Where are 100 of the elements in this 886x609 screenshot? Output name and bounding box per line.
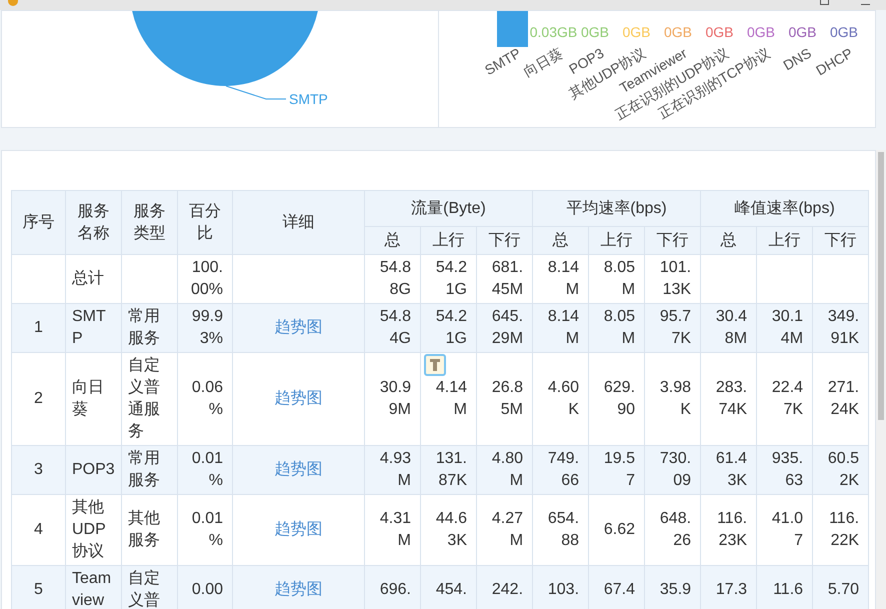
table-cell: 116.22K <box>829 510 860 549</box>
scrollbar[interactable] <box>876 150 886 609</box>
column-header: 总 <box>700 226 757 254</box>
table-cell: 349.91K <box>828 308 860 347</box>
table-cell: 654.88 <box>548 510 580 549</box>
table-cell: 54.21G <box>436 259 467 298</box>
column-group-header: 平均速率(bps) <box>532 190 701 226</box>
table-cell: 271.24K <box>828 379 860 418</box>
column-header: 上行 <box>756 226 813 254</box>
table-cell: 60.52K <box>828 450 860 489</box>
table-cell: 0.06% <box>192 379 223 418</box>
table-cell: 67.4 <box>604 581 636 598</box>
category-label: DNS <box>780 44 814 74</box>
slice-label: SMTP <box>289 91 328 107</box>
table-cell: 100.00% <box>190 259 223 298</box>
table-cell: 4.93M <box>380 450 411 489</box>
column-group-header: 流量(Byte) <box>364 190 533 226</box>
leader-line <box>226 86 286 100</box>
column-header: 总 <box>364 226 420 254</box>
bar-value-label: 0GB <box>664 24 692 40</box>
table-cell: 总计 <box>72 270 104 287</box>
table-cell: 629.90 <box>604 379 636 418</box>
table-cell: 0.01% <box>192 450 223 489</box>
table-cell: 4.80M <box>492 450 524 489</box>
table-cell: 283.74K <box>716 379 748 418</box>
trend-chart-link[interactable]: 趋势图 <box>274 581 322 598</box>
text-tool-icon[interactable] <box>424 354 446 376</box>
table-cell: 44.63K <box>436 510 467 549</box>
table-cell: 0.01% <box>192 510 223 549</box>
table-cell: 其他服务 <box>128 510 160 549</box>
column-header: 总 <box>532 226 589 254</box>
column-header: 百分比 <box>178 190 232 254</box>
table-cell: 35.9 <box>660 581 692 598</box>
table-cell: 其他UDP协议 <box>72 499 106 560</box>
column-header: 上行 <box>588 226 645 254</box>
table-cell: 3 <box>34 461 43 478</box>
table-cell: 101.13K <box>660 259 692 298</box>
table-cell: 749.66 <box>548 450 580 489</box>
table-cell: 自定义普 <box>128 570 160 609</box>
table-cell: 17.3 <box>716 581 748 598</box>
table-cell: 103. <box>548 581 580 598</box>
table-cell: 4.27M <box>492 510 524 549</box>
column-header: 服务名称 <box>66 190 122 254</box>
table-cell: 1 <box>34 319 43 336</box>
table-cell: 向日葵 <box>72 379 104 418</box>
table-cell: 681.45M <box>492 259 524 298</box>
column-header: 下行 <box>644 226 701 254</box>
table-cell: 5.70 <box>828 581 860 598</box>
category-label: 向日葵 <box>520 44 565 80</box>
table-cell: 131.87K <box>436 450 467 489</box>
bar-value-label: 0GB <box>706 24 734 40</box>
bar-value-label: 0GB <box>622 24 650 40</box>
table-cell: 696. <box>380 581 411 598</box>
table-cell: 常用服务 <box>128 450 160 489</box>
table-cell: 116.23K <box>717 510 748 549</box>
table-cell: 54.21G <box>436 308 467 347</box>
table-cell: 26.85M <box>492 379 524 418</box>
table-cell: 8.14M <box>548 259 580 298</box>
table-cell: 242. <box>492 581 524 598</box>
column-header: 序号 <box>12 190 66 254</box>
table-cell: 61.43K <box>716 450 748 489</box>
bar-value-label: 0.03GB <box>530 24 578 40</box>
table-cell: 935.63 <box>772 450 804 489</box>
column-header: 下行 <box>476 226 533 254</box>
trend-chart-link[interactable]: 趋势图 <box>274 319 322 336</box>
table-cell: 19.57 <box>604 450 636 489</box>
table-cell: 4.14M <box>436 379 467 418</box>
table-cell: 648.26 <box>660 510 692 549</box>
table-cell: 645.29M <box>492 308 524 347</box>
table-cell: 30.99M <box>380 379 411 418</box>
column-header: 服务类型 <box>122 190 178 254</box>
table-cell: 54.88G <box>380 259 411 298</box>
table-cell: 11.6 <box>773 581 804 598</box>
table-cell: 95.77K <box>660 308 692 347</box>
maximize-icon[interactable] <box>820 0 829 5</box>
table-cell: Teamview <box>72 570 112 609</box>
table-cell: 3.98K <box>660 379 692 418</box>
table-cell: 0.00 <box>192 581 223 598</box>
table-cell: 54.84G <box>380 308 411 347</box>
bar-value-label: 0GB <box>830 24 858 40</box>
table-cell: 5 <box>34 581 43 598</box>
table-cell: 8.05M <box>604 259 636 298</box>
column-header: 详细 <box>232 190 364 254</box>
table-cell: 30.48M <box>716 308 748 347</box>
bar-value-label: 0GB <box>581 24 609 40</box>
table-cell: 454. <box>436 581 467 598</box>
column-header: 下行 <box>812 226 869 254</box>
table-cell: 4.60K <box>548 379 580 418</box>
bar-value-label: 0GB <box>747 24 775 40</box>
bar-value-label: 0GB <box>788 24 816 40</box>
table-cell: 8.05M <box>604 308 636 347</box>
trend-chart-link[interactable]: 趋势图 <box>274 521 322 538</box>
table-cell: 常用服务 <box>128 308 160 347</box>
table-cell: 41.07 <box>772 510 804 549</box>
trend-chart-link[interactable]: 趋势图 <box>274 461 322 478</box>
column-group-header: 峰值速率(bps) <box>700 190 869 226</box>
column-header: 上行 <box>420 226 476 254</box>
app-icon <box>8 0 18 6</box>
trend-chart-link[interactable]: 趋势图 <box>274 390 322 407</box>
table-cell: 8.14M <box>548 308 580 347</box>
